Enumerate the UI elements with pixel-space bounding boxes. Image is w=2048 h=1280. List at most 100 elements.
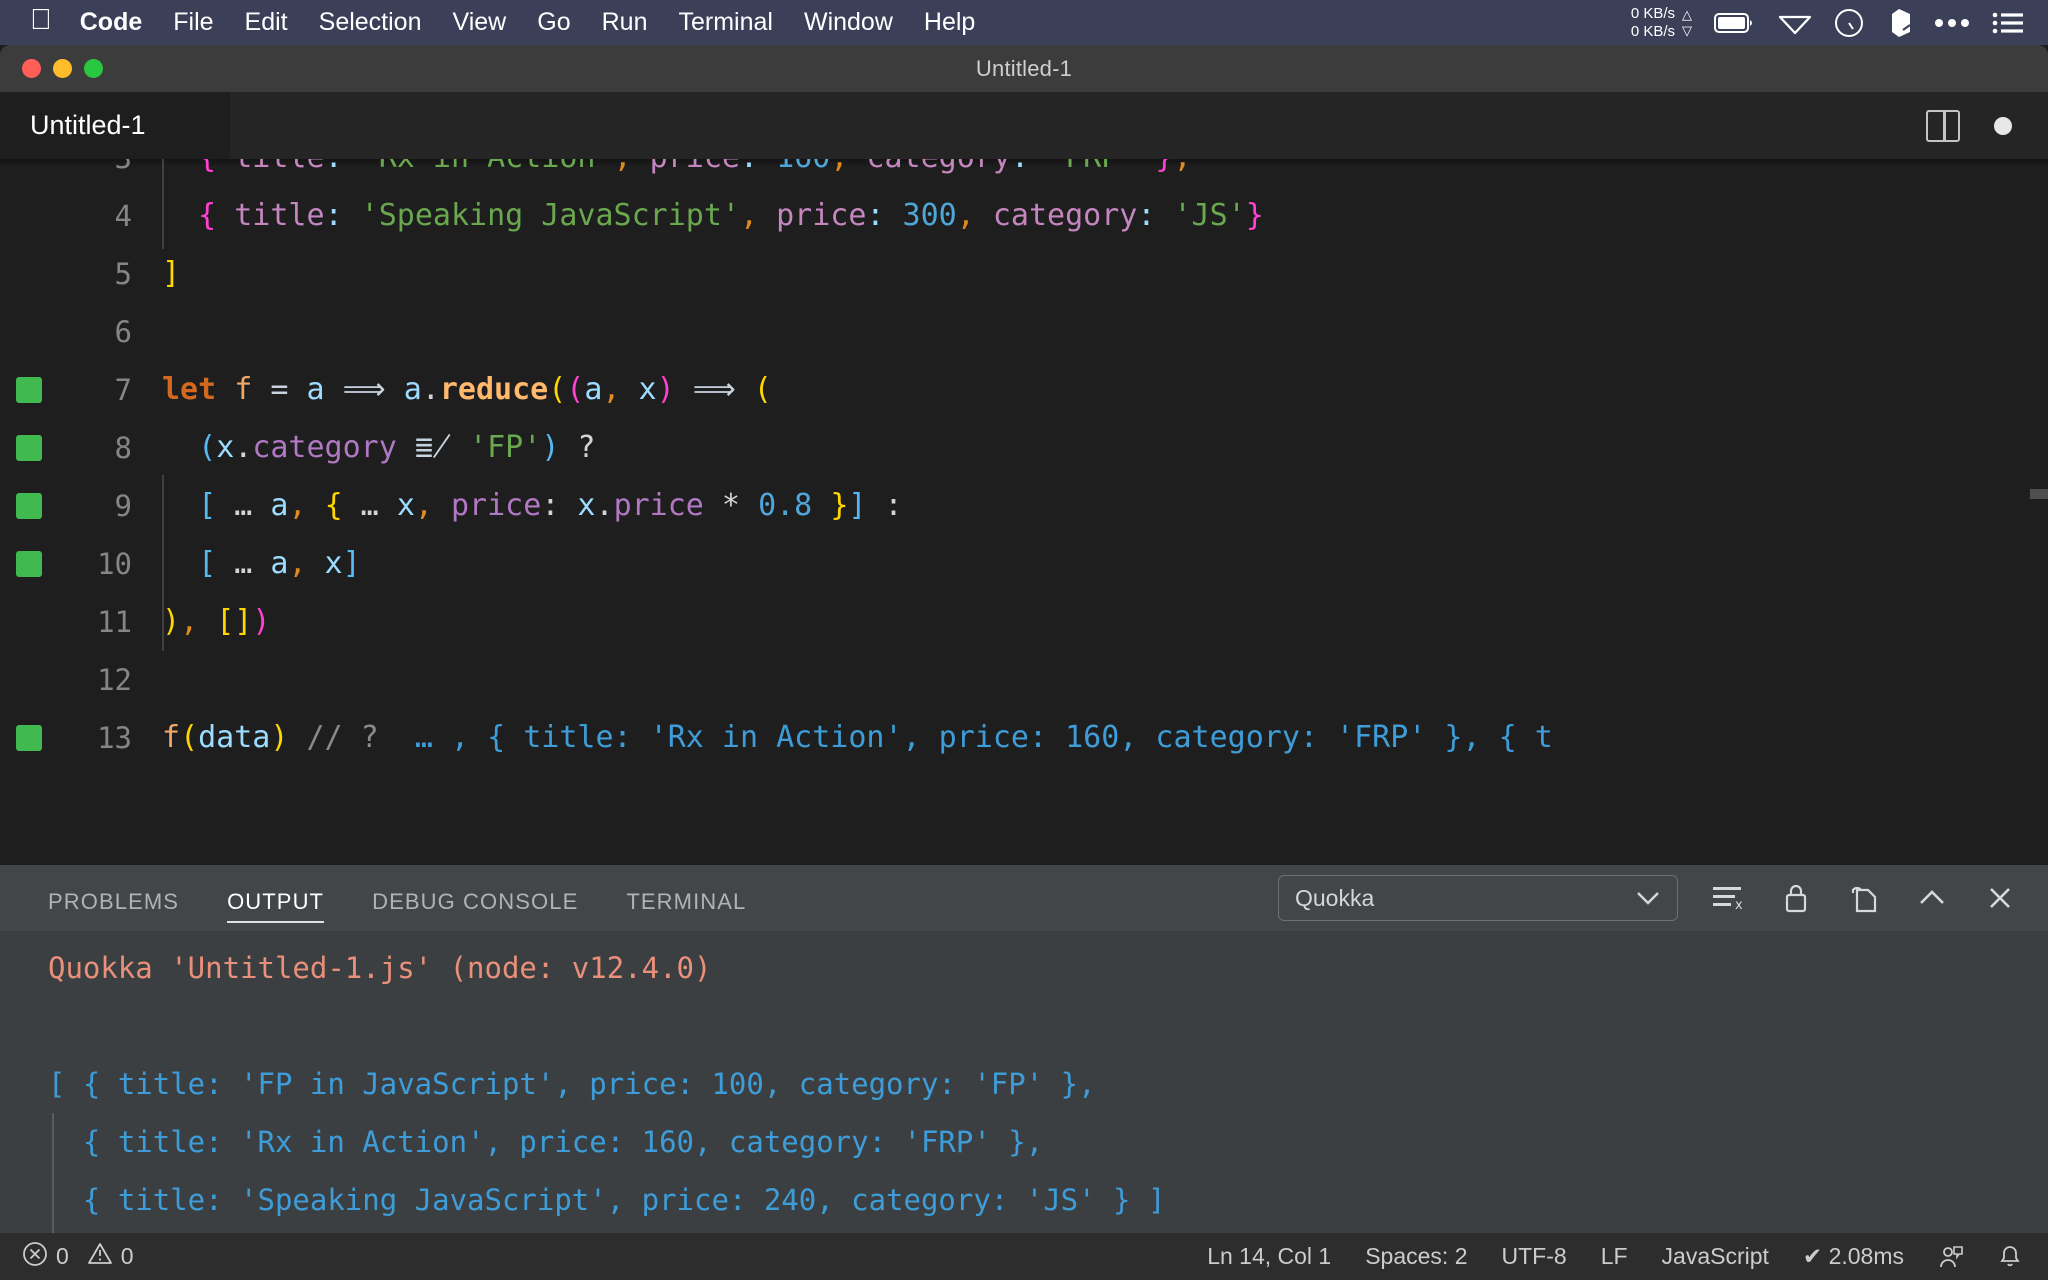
ellipsis-icon[interactable] <box>1934 17 1970 29</box>
lock-scroll-icon[interactable] <box>1778 880 1814 916</box>
code-line-text: ), []) <box>162 593 2048 651</box>
code-line[interactable]: 12 <box>0 651 2048 709</box>
indent-guide <box>162 475 164 651</box>
code-line-text: [ … a, x] <box>162 535 2048 593</box>
error-count-item[interactable]: 0 0 <box>22 1241 134 1273</box>
code-token: x <box>559 488 596 523</box>
network-speed-indicator[interactable]: 0 KB/s 0 KB/s △ ▽ <box>1631 5 1692 40</box>
editor-vertical-scrollbar[interactable] <box>2030 489 2048 499</box>
output-panel-content[interactable]: Quokka 'Untitled-1.js' (node: v12.4.0) [… <box>0 931 2048 1275</box>
close-panel-icon[interactable] <box>1982 880 2018 916</box>
output-text: [ { title: 'FP in JavaScript', price: 10… <box>48 1067 1096 1101</box>
code-token: a <box>584 372 603 407</box>
indentation[interactable]: Spaces: 2 <box>1365 1243 1467 1270</box>
menu-item-view[interactable]: View <box>453 8 507 37</box>
code-line[interactable]: 7 let f = a ⟹ a.reduce((a, x) ⟹ ( <box>0 361 2048 419</box>
menu-item-window[interactable]: Window <box>804 8 893 37</box>
menu-item-file[interactable]: File <box>173 8 213 37</box>
code-token: , <box>614 159 632 175</box>
code-token: a <box>403 372 422 407</box>
code-line[interactable]: 5] <box>0 245 2048 303</box>
dropbox-icon[interactable] <box>1886 8 1912 38</box>
clock-icon[interactable] <box>1834 8 1864 38</box>
upload-triangle-icon: △ <box>1682 7 1692 23</box>
code-token: title <box>216 198 325 233</box>
code-token: , <box>180 604 199 639</box>
menu-item-help[interactable]: Help <box>924 8 975 37</box>
unsaved-dot-icon[interactable] <box>1994 116 2012 135</box>
code-token: 'FP' <box>469 430 542 465</box>
code-token: , <box>739 198 759 233</box>
code-token: } <box>830 488 849 523</box>
quokka-coverage-marker-icon <box>16 435 42 461</box>
panel-tab-debug-console[interactable]: DEBUG CONSOLE <box>372 889 578 931</box>
list-icon[interactable] <box>1992 11 2024 35</box>
code-token: ⟹ <box>324 372 404 407</box>
code-line-text: let f = a ⟹ a.reduce((a, x) ⟹ ( <box>162 361 2048 419</box>
encoding[interactable]: UTF-8 <box>1502 1243 1567 1270</box>
wifi-icon[interactable] <box>1778 11 1812 35</box>
code-token: 'Rx in Action' <box>343 159 614 175</box>
code-line-text: { title: 'Speaking JavaScript', price: 3… <box>162 187 2048 245</box>
code-token: : <box>866 488 903 523</box>
clear-output-icon[interactable]: x <box>1710 880 1746 916</box>
code-token: } <box>1245 198 1264 233</box>
editor-tab-untitled-1[interactable]: Untitled-1 <box>0 92 230 159</box>
status-bar-right: Ln 14, Col 1 Spaces: 2 UTF-8 LF JavaScript ✔ … <box>1207 1243 2048 1270</box>
language-mode[interactable]: JavaScript <box>1662 1243 1769 1270</box>
menu-item-code[interactable]: Code <box>80 8 143 37</box>
open-in-editor-icon[interactable] <box>1846 880 1882 916</box>
code-line[interactable]: 4 { title: 'Speaking JavaScript', price:… <box>0 187 2048 245</box>
output-channel-select[interactable]: Quokka <box>1278 875 1678 921</box>
feedback-person-icon[interactable] <box>1938 1244 1964 1270</box>
code-line[interactable]: 9 [ … a, { … x, price: x.price * 0.8 }] … <box>0 477 2048 535</box>
code-token: ] <box>162 256 181 291</box>
menu-item-selection[interactable]: Selection <box>319 8 422 37</box>
apple-logo-icon[interactable]:  <box>30 6 52 35</box>
menu-item-go[interactable]: Go <box>537 8 570 37</box>
code-token: ( <box>548 372 567 407</box>
line-number: 5 <box>114 257 132 291</box>
code-line[interactable]: 6 <box>0 303 2048 361</box>
code-token: [ <box>198 546 217 581</box>
code-token: ) <box>656 372 675 407</box>
split-editor-icon[interactable] <box>1926 109 1960 142</box>
code-token: [] <box>216 604 253 639</box>
panel-tab-output[interactable]: OUTPUT <box>227 889 325 931</box>
code-token: … <box>216 546 271 581</box>
code-token: { <box>198 159 216 175</box>
notifications-bell-icon[interactable] <box>1998 1244 2022 1270</box>
network-upload-speed: 0 KB/s <box>1630 5 1675 23</box>
code-line[interactable]: 11), []) <box>0 593 2048 651</box>
code-token: , <box>602 372 621 407</box>
code-token: ] <box>342 546 361 581</box>
quokka-timing[interactable]: ✔ 2.08ms <box>1803 1243 1904 1270</box>
eol[interactable]: LF <box>1601 1243 1628 1270</box>
cursor-position[interactable]: Ln 14, Col 1 <box>1207 1243 1331 1270</box>
code-line-text: { title: 'Rx in Action', price: 160, cat… <box>162 159 2048 187</box>
output-line: { title: 'Speaking JavaScript', price: 2… <box>0 1171 2048 1229</box>
battery-icon[interactable] <box>1714 11 1756 35</box>
network-download-speed: 0 KB/s <box>1630 22 1675 40</box>
menu-item-edit[interactable]: Edit <box>245 8 288 37</box>
download-triangle-icon: ▽ <box>1682 22 1692 38</box>
menu-item-terminal[interactable]: Terminal <box>678 8 772 37</box>
code-token: price <box>432 488 542 523</box>
code-token: price <box>632 159 740 175</box>
panel-tab-problems[interactable]: PROBLEMS <box>48 889 179 931</box>
code-token: ≣̸ <box>396 430 470 465</box>
output-line: [ { title: 'FP in JavaScript', price: 10… <box>0 1055 2048 1113</box>
code-line[interactable]: 3 { title: 'Rx in Action', price: 160, c… <box>0 159 2048 187</box>
menu-item-run[interactable]: Run <box>602 8 648 37</box>
panel-tab-terminal[interactable]: TERMINAL <box>626 889 746 931</box>
code-line[interactable]: 10 [ … a, x] <box>0 535 2048 593</box>
code-editor[interactable]: 3 { title: 'Rx in Action', price: 160, c… <box>0 159 2048 865</box>
code-line[interactable]: 13 f(data) // ? … , { title: 'Rx in Actio… <box>0 709 2048 767</box>
maximize-panel-icon[interactable] <box>1914 880 1950 916</box>
code-line[interactable]: 8 (x.category ≣̸ 'FP') ? <box>0 419 2048 477</box>
code-token: f <box>162 720 181 755</box>
